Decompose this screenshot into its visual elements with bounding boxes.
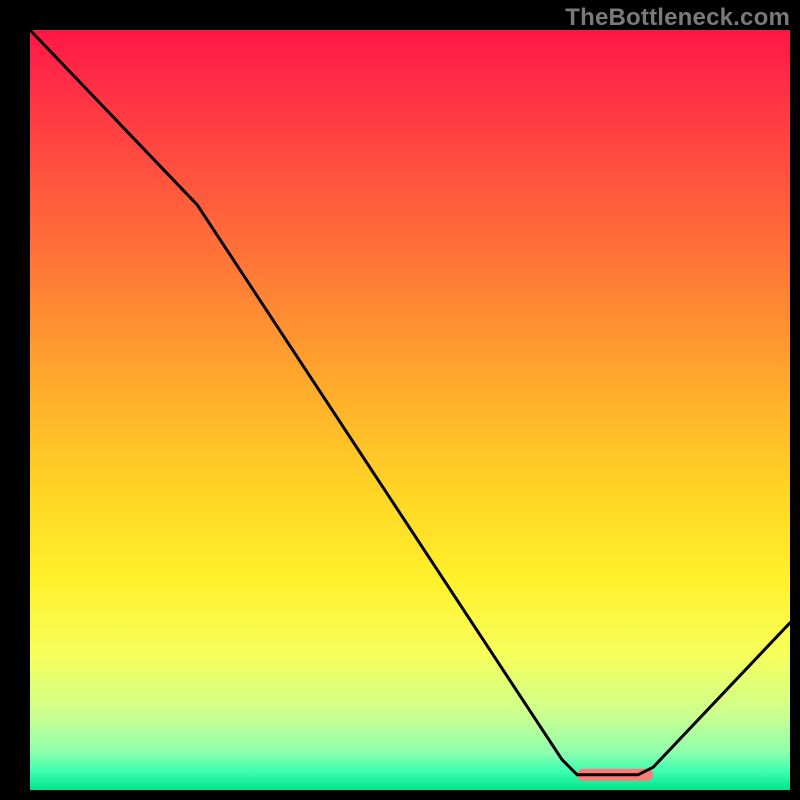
background-gradient bbox=[30, 30, 790, 790]
chart-svg bbox=[30, 30, 790, 790]
plot-area bbox=[30, 30, 790, 790]
chart-frame: TheBottleneck.com bbox=[0, 0, 800, 800]
watermark-label: TheBottleneck.com bbox=[565, 4, 790, 32]
